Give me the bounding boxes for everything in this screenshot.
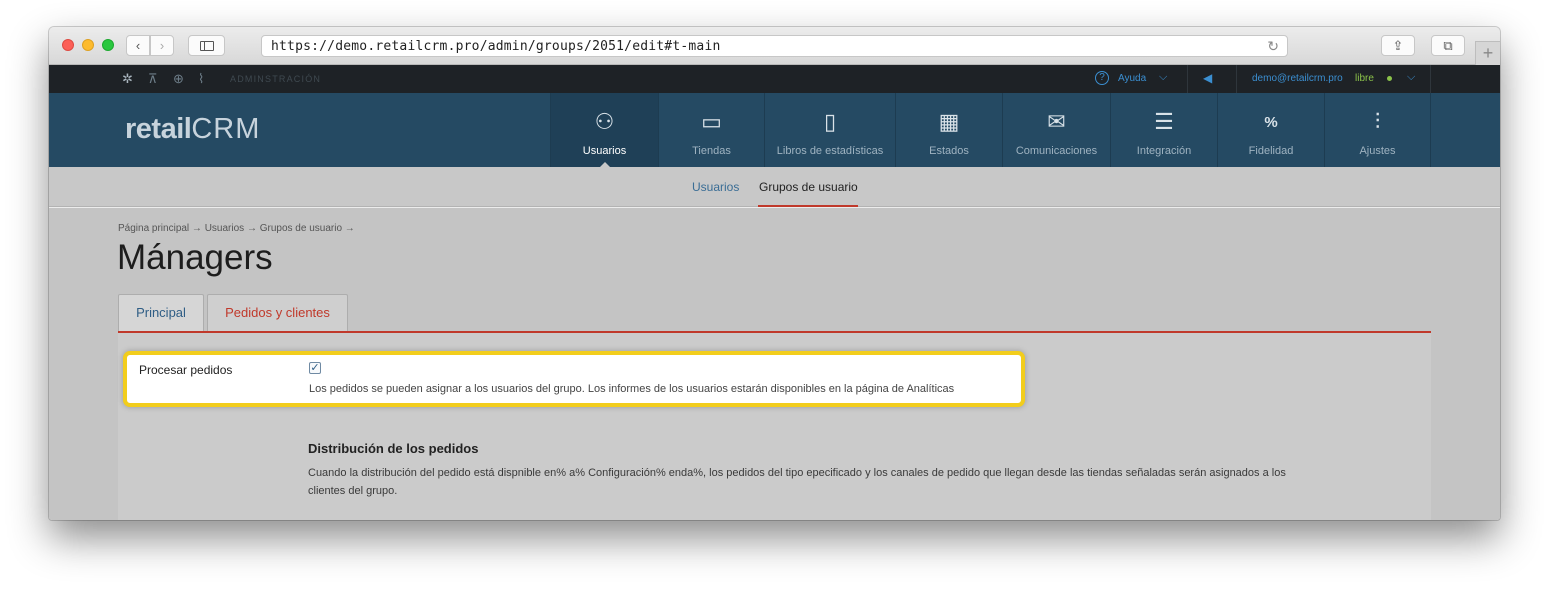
share-icon: ⇪: [1392, 37, 1404, 53]
divider: [1187, 65, 1188, 93]
browser-toolbar: ‹ › https://demo.retailcrm.pro/admin/gro…: [49, 27, 1500, 65]
page-title: Mánagers: [117, 238, 273, 277]
nav-label: Fidelidad: [1248, 145, 1294, 157]
minimize-window-button[interactable]: [82, 39, 94, 51]
book-icon: ▯: [823, 109, 837, 134]
back-button[interactable]: ‹: [126, 35, 150, 56]
close-window-button[interactable]: [62, 39, 74, 51]
address-bar[interactable]: https://demo.retailcrm.pro/admin/groups/…: [261, 35, 1288, 57]
status-grid-icon: ▦: [938, 109, 960, 134]
new-tab-button[interactable]: +: [1475, 41, 1500, 65]
user-icon: ⚇: [594, 109, 615, 134]
chevron-right-icon: ›: [159, 38, 165, 53]
crm-topbar: ✲ ⊼ ⊕ ⌇ ADMINSTRACIÓN ? Ayuda ⌵ ◀ demo@r…: [49, 65, 1500, 93]
nav-item-usuarios[interactable]: ⚇ Usuarios: [550, 93, 658, 168]
megaphone-icon[interactable]: ◀: [1203, 71, 1212, 85]
nav-item-tiendas[interactable]: ▭ Tiendas: [658, 93, 764, 167]
subnav-grupos-link[interactable]: Grupos de usuario: [759, 180, 858, 194]
analytics-icon[interactable]: ⌇: [198, 71, 204, 87]
target-icon[interactable]: ⊕: [173, 71, 184, 87]
nav-item-integracion[interactable]: ☰ Integración: [1110, 93, 1217, 167]
logo-text: CRM: [191, 113, 261, 145]
nav-label: Usuarios: [582, 145, 627, 157]
process-orders-highlight: Procesar pedidos ✓ Los pedidos se pueden…: [123, 351, 1025, 407]
tab-principal[interactable]: Principal: [118, 294, 204, 332]
reload-icon[interactable]: ↻: [1267, 38, 1279, 55]
share-button[interactable]: ⇪: [1381, 35, 1415, 56]
nav-item-libros[interactable]: ▯ Libros de estadísticas: [764, 93, 895, 167]
nav-item-ajustes[interactable]: ⫶ Ajustes: [1324, 93, 1431, 167]
settings-sliders-icon: ⫶: [1374, 109, 1381, 134]
nav-label: Comunicaciones: [1015, 145, 1098, 157]
nav-label: Tiendas: [692, 145, 731, 157]
distribution-section-title: Distribución de los pedidos: [308, 441, 479, 456]
tabs-icon: ⧉: [1443, 37, 1453, 53]
nav-item-estados[interactable]: ▦ Estados: [895, 93, 1002, 167]
url-text: https://demo.retailcrm.pro/admin/groups/…: [271, 39, 721, 54]
nav-label: Integración: [1136, 145, 1192, 157]
subnav-usuarios-link[interactable]: Usuarios: [692, 180, 739, 194]
help-link[interactable]: Ayuda: [1118, 73, 1146, 84]
chevron-down-icon[interactable]: ⌵: [1159, 71, 1167, 84]
distribution-description: Cuando la distribución del pedido está d…: [308, 467, 1286, 497]
divider: [1430, 65, 1431, 93]
main-navigation: retailCRM ⚇ Usuarios ▭ Tiendas ▯ Libros …: [49, 93, 1500, 168]
browser-window: ‹ › https://demo.retailcrm.pro/admin/gro…: [49, 27, 1500, 520]
nav-label: Ajustes: [1359, 145, 1396, 157]
help-icon[interactable]: ?: [1095, 71, 1109, 85]
user-email-link[interactable]: demo@retailcrm.pro: [1252, 73, 1343, 84]
nav-label: Libros de estadísticas: [776, 145, 884, 157]
sub-navigation: Usuarios Grupos de usuario: [49, 167, 1500, 207]
zoom-window-button[interactable]: [102, 39, 114, 51]
user-status-label: libre: [1355, 73, 1374, 84]
sidebar-toggle-button[interactable]: [188, 35, 225, 56]
show-tabs-button[interactable]: ⧉: [1431, 35, 1465, 56]
nav-item-comunicaciones[interactable]: ✉ Comunicaciones: [1002, 93, 1110, 167]
sidebar-icon: [199, 40, 214, 51]
page-content: Página principal → Usuarios → Grupos de …: [49, 208, 1500, 520]
chevron-left-icon: ‹: [135, 38, 141, 53]
integration-icon: ☰: [1154, 109, 1174, 134]
chevron-down-icon[interactable]: ⌵: [1407, 71, 1415, 84]
process-orders-label: Procesar pedidos: [139, 363, 233, 377]
nav-item-fidelidad[interactable]: % Fidelidad: [1217, 93, 1324, 167]
process-orders-checkbox[interactable]: ✓: [309, 362, 321, 374]
mail-icon: ✉: [1047, 109, 1066, 134]
forward-button[interactable]: ›: [150, 35, 174, 56]
status-dot-icon: [1387, 76, 1392, 81]
admin-section-label: ADMINSTRACIÓN: [230, 74, 322, 84]
gear-icon[interactable]: ✲: [122, 71, 133, 87]
logo-text: retail: [125, 113, 192, 145]
nav-label: Estados: [929, 145, 969, 157]
divider: [1236, 65, 1237, 93]
loyalty-icon: %: [1264, 113, 1278, 131]
cart-icon[interactable]: ⊼: [148, 71, 158, 87]
active-underline: [758, 205, 858, 207]
tab-pedidos-y-clientes[interactable]: Pedidos y clientes: [207, 294, 348, 332]
store-icon: ▭: [701, 109, 722, 134]
breadcrumb[interactable]: Página principal → Usuarios → Grupos de …: [118, 223, 355, 234]
process-orders-help: Los pedidos se pueden asignar a los usua…: [309, 383, 955, 395]
retailcrm-logo[interactable]: retailCRM: [125, 113, 260, 146]
